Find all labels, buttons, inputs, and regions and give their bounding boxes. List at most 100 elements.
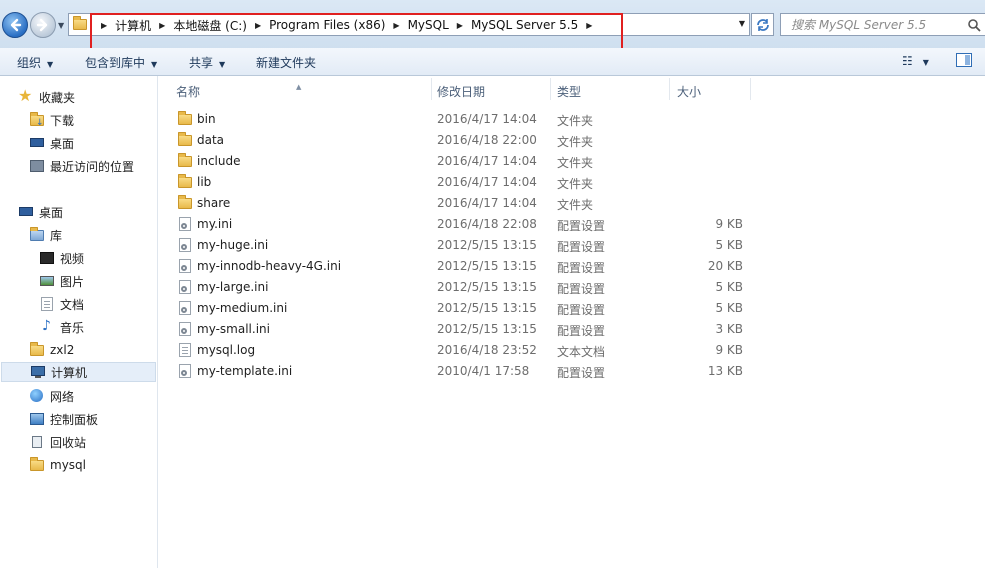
sidebar-item-label: 下载 — [50, 113, 75, 128]
sidebar-item-recent-places[interactable]: 最近访问的位置 — [29, 156, 134, 176]
sidebar-item-desktop-favorite[interactable]: 桌面 — [29, 133, 74, 153]
file-modified-date: 2016/4/17 14:04 — [437, 175, 537, 189]
search-box[interactable] — [780, 13, 985, 36]
sidebar-item-label: 桌面 — [39, 205, 64, 220]
organize-menu[interactable]: 组织 ▼ — [17, 54, 53, 71]
file-modified-date: 2016/4/18 22:08 — [437, 217, 537, 231]
new-folder-label: 新建文件夹 — [256, 56, 317, 70]
address-field[interactable]: ▶ 计算机 ▶ 本地磁盘 (C:) ▶ Program Files (x86) … — [68, 13, 750, 36]
file-row[interactable]: my-template.ini 2010/4/1 17:58 配置设置 13 KB — [158, 361, 985, 382]
file-row[interactable]: my-small.ini 2012/5/15 13:15 配置设置 3 KB — [158, 319, 985, 340]
file-name: share — [197, 196, 231, 210]
file-type: 配置设置 — [557, 324, 606, 338]
sidebar-item-computer[interactable]: 计算机 — [1, 362, 156, 382]
column-divider[interactable] — [750, 78, 751, 100]
chevron-down-icon: ▼ — [47, 60, 54, 69]
breadcrumb-arrow-icon[interactable]: ▶ — [101, 21, 107, 30]
file-row[interactable]: my-huge.ini 2012/5/15 13:15 配置设置 5 KB — [158, 235, 985, 256]
file-name: my-medium.ini — [197, 301, 288, 315]
forward-button[interactable] — [30, 12, 56, 38]
file-row[interactable]: my-medium.ini 2012/5/15 13:15 配置设置 5 KB — [158, 298, 985, 319]
desktop-icon — [29, 135, 45, 151]
file-name: my-template.ini — [197, 364, 293, 378]
file-row[interactable]: lib 2016/4/17 14:04 文件夹 — [158, 172, 985, 193]
recent-pages-dropdown[interactable]: ▼ — [58, 21, 64, 30]
sidebar-item-desktop[interactable]: 桌面 — [18, 202, 63, 222]
file-row[interactable]: include 2016/4/17 14:04 文件夹 — [158, 151, 985, 172]
file-modified-date: 2012/5/15 13:15 — [437, 238, 537, 252]
column-header-size[interactable]: 大小 — [670, 76, 750, 102]
sidebar-item-mysql[interactable]: mysql — [29, 455, 86, 475]
file-row[interactable]: mysql.log 2016/4/18 23:52 文本文档 9 KB — [158, 340, 985, 361]
file-modified-date: 2016/4/17 14:04 — [437, 196, 537, 210]
breadcrumb-arrow-icon[interactable]: ▶ — [255, 21, 261, 30]
sidebar-item-label: 最近访问的位置 — [50, 159, 135, 174]
file-row[interactable]: data 2016/4/18 22:00 文件夹 — [158, 130, 985, 151]
search-input[interactable] — [789, 16, 963, 34]
refresh-icon — [757, 19, 769, 31]
file-modified-date: 2012/5/15 13:15 — [437, 301, 537, 315]
file-size: 3 KB — [715, 322, 743, 336]
sidebar-item-control-panel[interactable]: 控制面板 — [29, 409, 98, 429]
breadcrumb-program-files[interactable]: Program Files (x86) — [269, 18, 385, 32]
sidebar-item-recycle-bin[interactable]: 回收站 — [29, 432, 86, 452]
file-name: lib — [197, 175, 212, 189]
back-arrow-icon — [10, 18, 22, 32]
breadcrumb-arrow-icon[interactable]: ▶ — [457, 21, 463, 30]
navigation-pane: ★ 收藏夹 ↓ 下载 桌面 最近访问的位置 桌面 库 视频 图片 文档 ♪ 音乐… — [0, 76, 158, 568]
breadcrumb-arrow-icon[interactable]: ▶ — [159, 21, 165, 30]
file-name: data — [197, 133, 225, 147]
sidebar-item-network[interactable]: 网络 — [29, 386, 74, 406]
sidebar-item-videos[interactable]: 视频 — [39, 248, 84, 268]
file-name: my-innodb-heavy-4G.ini — [197, 259, 342, 273]
include-in-library-menu[interactable]: 包含到库中 ▼ — [85, 54, 157, 71]
breadcrumb-computer[interactable]: 计算机 — [115, 17, 151, 34]
refresh-button[interactable] — [751, 13, 774, 36]
file-type: 配置设置 — [557, 282, 606, 296]
music-icon: ♪ — [42, 318, 51, 334]
breadcrumb-arrow-icon[interactable]: ▶ — [586, 21, 592, 30]
column-header-date[interactable]: 修改日期 — [432, 76, 550, 102]
file-row[interactable]: my.ini 2016/4/18 22:08 配置设置 9 KB — [158, 214, 985, 235]
file-type: 配置设置 — [557, 240, 606, 254]
sidebar-item-pictures[interactable]: 图片 — [39, 271, 84, 291]
change-view-button[interactable]: ☷ ▼ — [902, 54, 929, 68]
file-modified-date: 2016/4/17 14:04 — [437, 112, 537, 126]
column-header-name[interactable]: ▲ 名称 — [158, 76, 431, 102]
breadcrumb-mysql[interactable]: MySQL — [408, 18, 449, 32]
new-folder-button[interactable]: 新建文件夹 — [256, 54, 316, 71]
sidebar-item-favorites[interactable]: ★ 收藏夹 — [18, 86, 75, 107]
sidebar-item-label: 图片 — [60, 274, 85, 289]
file-modified-date: 2012/5/15 13:15 — [437, 322, 537, 336]
file-name: my.ini — [197, 217, 233, 231]
sidebar-item-downloads[interactable]: ↓ 下载 — [29, 110, 74, 130]
sidebar-item-label: 音乐 — [60, 320, 85, 335]
sidebar-item-libraries[interactable]: 库 — [29, 225, 62, 245]
address-history-dropdown-icon[interactable]: ▼ — [739, 19, 745, 28]
config-file-icon — [177, 363, 193, 379]
file-list-pane: ▲ 名称 修改日期 类型 大小 bin 2016/4/17 14:04 文件夹 dat… — [158, 76, 985, 568]
sidebar-item-label: 回收站 — [50, 435, 87, 450]
file-row[interactable]: share 2016/4/17 14:04 文件夹 — [158, 193, 985, 214]
search-icon[interactable] — [967, 18, 981, 32]
file-row[interactable]: bin 2016/4/17 14:04 文件夹 — [158, 109, 985, 130]
breadcrumb-local-disk[interactable]: 本地磁盘 (C:) — [173, 17, 247, 34]
file-row[interactable]: my-innodb-heavy-4G.ini 2012/5/15 13:15 配置设… — [158, 256, 985, 277]
back-button[interactable] — [2, 12, 28, 38]
preview-pane-button[interactable] — [956, 53, 972, 67]
share-menu[interactable]: 共享 ▼ — [189, 54, 225, 71]
control-panel-icon — [29, 411, 45, 427]
file-name: my-small.ini — [197, 322, 270, 336]
file-size: 13 KB — [707, 364, 743, 378]
address-bar-area: ▼ ▶ 计算机 ▶ 本地磁盘 (C:) ▶ Program Files (x86… — [0, 0, 985, 48]
sidebar-item-user[interactable]: zxl2 — [29, 340, 74, 360]
file-row[interactable]: my-large.ini 2012/5/15 13:15 配置设置 5 KB — [158, 277, 985, 298]
column-header-type[interactable]: 类型 — [551, 76, 669, 102]
breadcrumb-arrow-icon[interactable]: ▶ — [393, 21, 399, 30]
chevron-down-icon: ▼ — [219, 60, 226, 69]
file-size: 5 KB — [715, 238, 743, 252]
sidebar-item-documents[interactable]: 文档 — [39, 294, 84, 314]
column-header-label: 类型 — [557, 85, 582, 99]
breadcrumb-mysql-server[interactable]: MySQL Server 5.5 — [471, 18, 578, 32]
sidebar-item-music[interactable]: ♪ 音乐 — [39, 317, 84, 337]
